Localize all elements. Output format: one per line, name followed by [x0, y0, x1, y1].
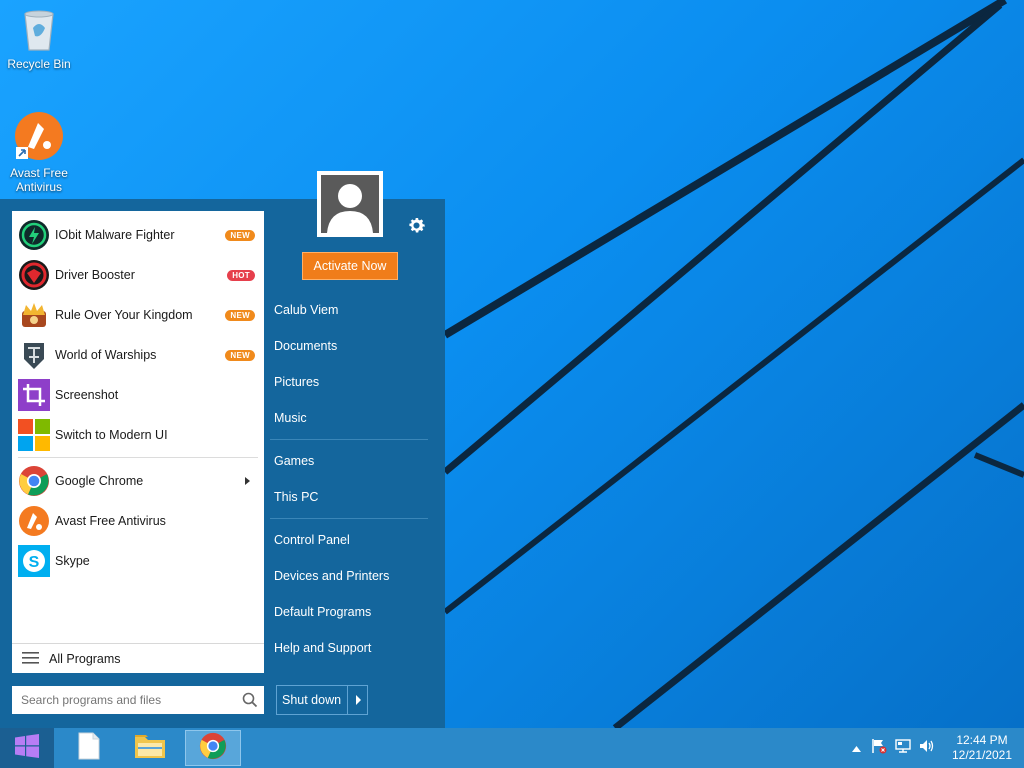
submenu-arrow-icon[interactable] — [245, 477, 250, 485]
hot-badge: HOT — [227, 269, 255, 281]
avast-icon — [18, 505, 50, 537]
place-pictures[interactable]: Pictures — [274, 375, 319, 389]
taskbar: 12:44 PM 12/21/2021 — [0, 728, 1024, 768]
app-item-rule-over-your-kingdom[interactable]: Rule Over Your Kingdom NEW — [12, 295, 264, 335]
clock-time: 12:44 PM — [956, 733, 1008, 747]
shutdown-options-arrow-icon[interactable] — [356, 695, 361, 705]
skype-icon: S — [18, 545, 50, 577]
places-separator — [270, 439, 428, 440]
shutdown-label: Shut down — [282, 693, 342, 707]
app-item-label: Rule Over Your Kingdom — [55, 308, 193, 322]
app-item-label: Skype — [55, 554, 90, 568]
place-control-panel[interactable]: Control Panel — [274, 533, 350, 547]
places-separator — [270, 518, 428, 519]
user-silhouette-icon — [321, 175, 379, 233]
app-item-label: World of Warships — [55, 348, 157, 362]
app-item-label: Avast Free Antivirus — [55, 514, 166, 528]
new-badge: NEW — [225, 309, 255, 321]
search-input[interactable] — [19, 692, 233, 708]
app-item-label: IObit Malware Fighter — [55, 228, 175, 242]
system-tray — [846, 728, 935, 768]
place-music[interactable]: Music — [274, 411, 307, 425]
place-user[interactable]: Calub Viem — [274, 303, 338, 317]
kingdom-crown-icon — [18, 299, 50, 331]
start-menu: IObit Malware Fighter NEW Driver Booster… — [0, 171, 445, 728]
svg-text:S: S — [29, 554, 40, 571]
app-item-label: Google Chrome — [55, 474, 144, 488]
app-list-separator — [18, 457, 258, 458]
app-item-avast-free-antivirus[interactable]: Avast Free Antivirus — [12, 501, 264, 541]
recycle-bin-icon — [1, 6, 77, 55]
app-item-world-of-warships[interactable]: World of Warships NEW — [12, 335, 264, 375]
network-icon[interactable] — [895, 738, 911, 759]
hamburger-menu-icon — [22, 651, 39, 667]
start-button[interactable] — [0, 728, 54, 768]
taskbar-item-chrome[interactable] — [185, 730, 241, 766]
app-item-switch-to-modern-ui[interactable]: Switch to Modern UI — [12, 415, 264, 455]
all-programs-button[interactable]: All Programs — [12, 643, 264, 674]
desktop-icon-label: Recycle Bin — [7, 57, 71, 71]
search-icon[interactable] — [242, 692, 258, 713]
app-item-google-chrome[interactable]: Google Chrome — [12, 461, 264, 501]
new-badge: NEW — [225, 229, 255, 241]
crop-icon — [18, 379, 50, 411]
new-badge: NEW — [225, 349, 255, 361]
world-of-warships-icon — [18, 339, 50, 371]
clock-date: 12/21/2021 — [951, 748, 1013, 762]
app-item-label: Driver Booster — [55, 268, 135, 282]
chrome-icon — [199, 732, 227, 765]
desktop-icon-recycle-bin[interactable]: Recycle Bin — [1, 6, 77, 71]
place-documents[interactable]: Documents — [274, 339, 337, 353]
taskbar-clock[interactable]: 12:44 PM 12/21/2021 — [940, 733, 1024, 763]
taskbar-item-notepad[interactable] — [61, 730, 117, 766]
app-item-skype[interactable]: S Skype — [12, 541, 264, 581]
folder-icon — [134, 732, 166, 765]
app-item-label: Switch to Modern UI — [55, 428, 168, 442]
document-icon — [77, 732, 101, 765]
app-item-driver-booster[interactable]: Driver Booster HOT — [12, 255, 264, 295]
place-default-programs[interactable]: Default Programs — [274, 605, 371, 619]
place-games[interactable]: Games — [274, 454, 314, 468]
app-item-iobit-malware-fighter[interactable]: IObit Malware Fighter NEW — [12, 215, 264, 255]
windows-logo-icon — [15, 733, 39, 763]
activate-now-button[interactable]: Activate Now — [302, 252, 398, 280]
user-avatar[interactable] — [317, 171, 383, 237]
volume-icon[interactable] — [919, 738, 935, 759]
avast-icon — [1, 111, 77, 164]
gear-icon[interactable] — [406, 215, 427, 241]
all-programs-label: All Programs — [49, 652, 121, 666]
search-box[interactable] — [12, 686, 264, 714]
place-this-pc[interactable]: This PC — [274, 490, 318, 504]
show-hidden-icons-chevron-icon[interactable] — [852, 739, 861, 757]
shutdown-button[interactable]: Shut down — [276, 685, 368, 715]
iobit-malware-fighter-icon — [18, 219, 50, 251]
action-center-flag-icon[interactable] — [871, 738, 887, 759]
chrome-icon — [18, 465, 50, 497]
desktop-icon-label: Avast Free Antivirus — [10, 166, 68, 194]
start-menu-app-list: IObit Malware Fighter NEW Driver Booster… — [12, 211, 264, 673]
taskbar-item-file-explorer[interactable] — [122, 730, 178, 766]
place-devices-and-printers[interactable]: Devices and Printers — [274, 569, 389, 583]
app-item-screenshot[interactable]: Screenshot — [12, 375, 264, 415]
driver-booster-icon — [18, 259, 50, 291]
place-help-and-support[interactable]: Help and Support — [274, 641, 371, 655]
windows-tiles-icon — [18, 419, 50, 451]
desktop-icon-avast[interactable]: Avast Free Antivirus — [1, 111, 77, 194]
shutdown-divider — [347, 686, 348, 714]
app-item-label: Screenshot — [55, 388, 119, 402]
desktop: Recycle Bin Avast Free Antivirus IObit M… — [0, 0, 1024, 728]
